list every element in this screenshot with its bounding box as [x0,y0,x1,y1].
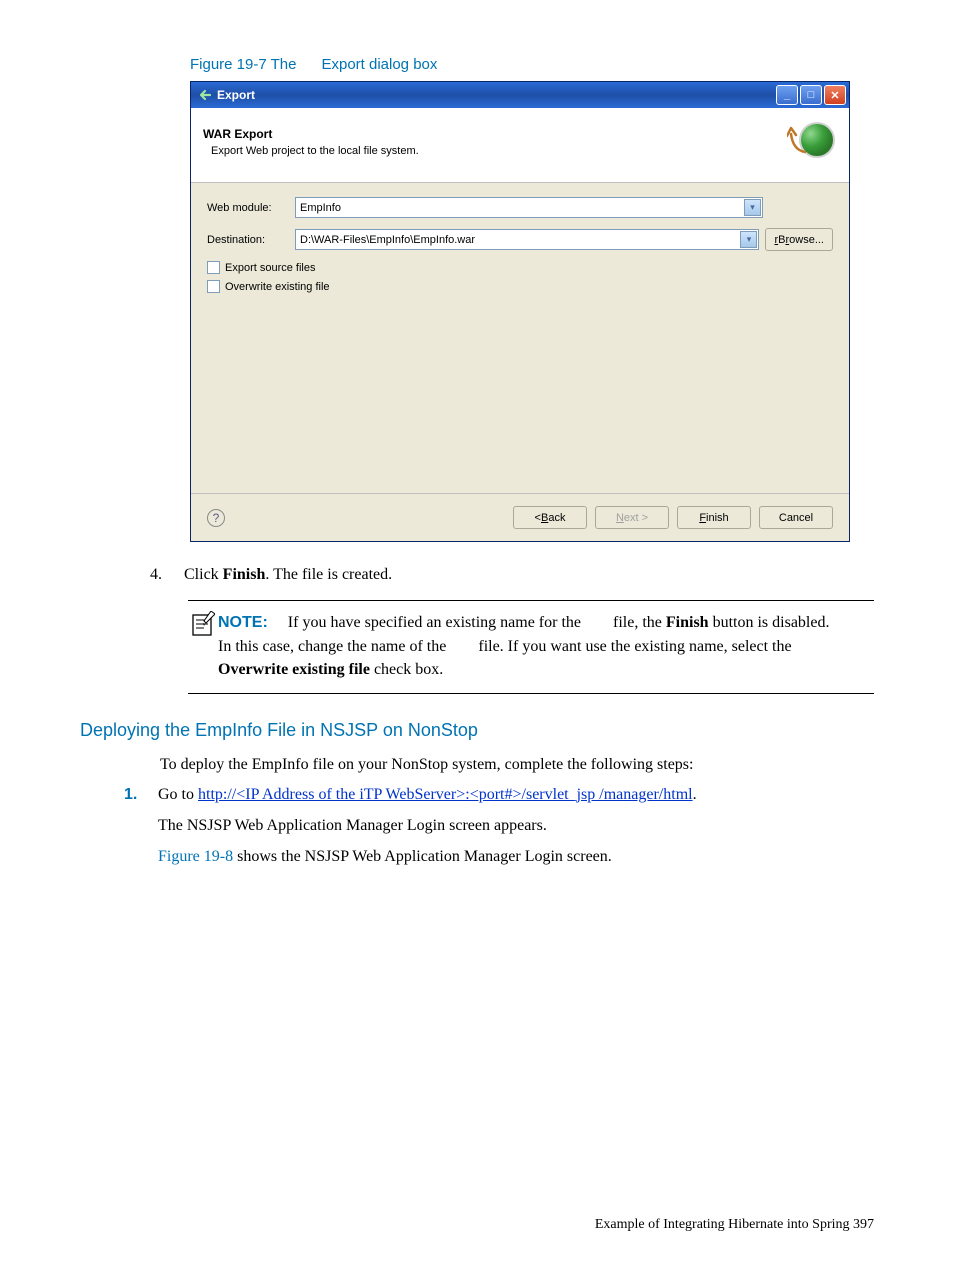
page-footer: Example of Integrating Hibernate into Sp… [595,1217,874,1233]
export-source-label: Export source files [225,262,315,274]
destination-value: D:\WAR-Files\EmpInfo\EmpInfo.war [300,234,475,246]
manager-url-link[interactable]: http://<IP Address of the iTP WebServer>… [198,786,693,803]
minimize-button[interactable]: _ [776,85,798,105]
destination-label: Destination: [207,234,295,246]
export-arrow-icon [197,87,213,103]
figure-reference: Figure 19-8 [158,848,233,865]
chevron-down-icon[interactable]: ▾ [740,231,757,248]
header-title: WAR Export [203,127,785,141]
note-block: NOTE: If you have specified an existing … [188,600,874,694]
section-heading: Deploying the EmpInfo File in NSJSP on N… [80,720,874,741]
step-number: 4. [150,564,184,586]
web-module-label: Web module: [207,202,295,214]
note-label: NOTE: [218,614,268,631]
browse-button[interactable]: rBrowse...Browse... [765,228,833,251]
titlebar[interactable]: Export _ □ ✕ [191,82,849,108]
export-dialog: Export _ □ ✕ WAR Export Export Web proje… [190,81,850,542]
step-number: 1. [124,782,158,808]
web-module-value: EmpInfo [300,202,341,214]
cancel-button[interactable]: Cancel [759,506,833,529]
chevron-down-icon[interactable]: ▾ [744,199,761,216]
figure-caption: Figure 19-7 The Export dialog box [190,56,874,73]
export-globe-icon [785,118,837,166]
close-button[interactable]: ✕ [824,85,846,105]
maximize-button[interactable]: □ [800,85,822,105]
caption-suffix: Export dialog box [321,56,437,73]
destination-combo[interactable]: D:\WAR-Files\EmpInfo\EmpInfo.war ▾ [295,229,759,250]
page: Figure 19-7 The Export dialog box Export… [0,0,954,909]
caption-prefix: Figure 19-7 The [190,56,296,73]
step-4: 4. Click Finish. The file is created. [150,564,874,586]
step-1: 1. Go to http://<IP Address of the iTP W… [124,782,874,808]
overwrite-checkbox-row[interactable]: Overwrite existing file [207,280,833,293]
header-subtitle: Export Web project to the local file sys… [211,145,785,157]
deploy-intro: To deploy the EmpInfo file on your NonSt… [160,753,874,776]
dialog-body: Web module: EmpInfo ▾ Destination: D:\WA… [191,183,849,493]
substep-text: Figure 19-8 shows the NSJSP Web Applicat… [158,845,874,870]
checkbox-icon[interactable] [207,280,220,293]
dialog-title: Export [217,88,255,102]
dialog-header: WAR Export Export Web project to the loc… [191,108,849,183]
dialog-button-bar: ? < Back Next > Finish Cancel [191,493,849,541]
web-module-combo[interactable]: EmpInfo ▾ [295,197,763,218]
note-icon [188,611,218,681]
help-icon[interactable]: ? [207,509,225,527]
substep-text: The NSJSP Web Application Manager Login … [158,814,874,839]
back-button[interactable]: < Back [513,506,587,529]
finish-button[interactable]: Finish [677,506,751,529]
checkbox-icon[interactable] [207,261,220,274]
next-button: Next > [595,506,669,529]
export-source-checkbox-row[interactable]: Export source files [207,261,833,274]
overwrite-label: Overwrite existing file [225,281,330,293]
